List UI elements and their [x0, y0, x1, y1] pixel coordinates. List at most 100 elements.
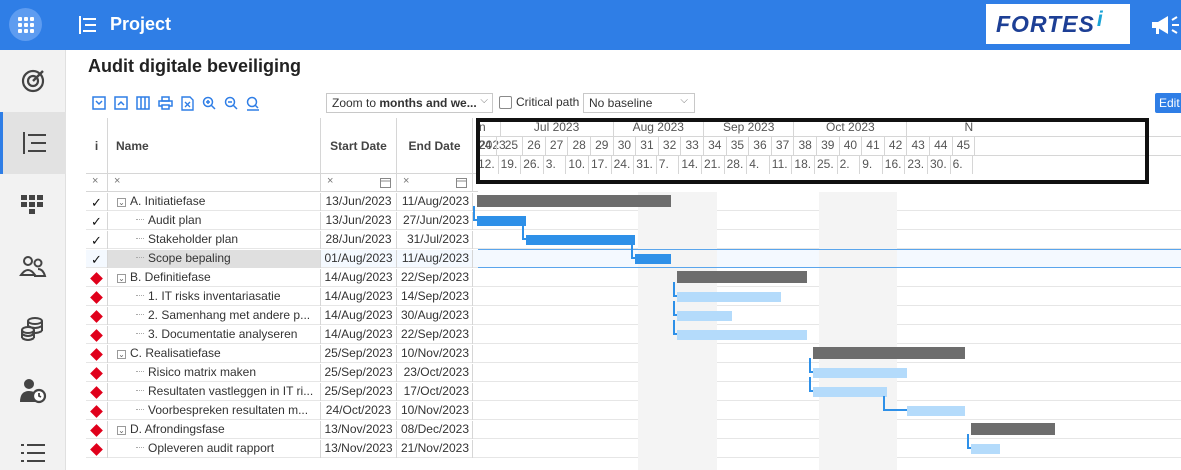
- filter-start[interactable]: ×: [321, 174, 397, 192]
- task-name-cell[interactable]: ⌄ D. Afrondingsfase: [108, 421, 321, 439]
- nav-users[interactable]: [0, 236, 66, 298]
- start-date-cell[interactable]: 14/Aug/2023: [321, 269, 397, 287]
- start-date-cell[interactable]: 01/Aug/2023: [321, 250, 397, 268]
- zoom-select[interactable]: Zoom to months and we... ⌵: [326, 93, 493, 113]
- zoom-in-button[interactable]: [198, 93, 220, 113]
- start-date-cell[interactable]: 24/Oct/2023: [321, 402, 397, 420]
- collapse-all-button[interactable]: [88, 93, 110, 113]
- zoom-out-button[interactable]: [220, 93, 242, 113]
- start-date-cell[interactable]: 25/Sep/2023: [321, 345, 397, 363]
- end-date-cell[interactable]: 10/Nov/2023: [397, 402, 473, 420]
- expand-toggle-icon[interactable]: ⌄: [117, 274, 126, 283]
- filter-clear-i[interactable]: ×: [86, 174, 108, 192]
- start-date-cell[interactable]: 13/Nov/2023: [321, 421, 397, 439]
- expand-all-button[interactable]: [110, 93, 132, 113]
- end-date-cell[interactable]: 22/Sep/2023: [397, 269, 473, 287]
- calendar-icon[interactable]: [380, 177, 391, 188]
- task-bar[interactable]: [477, 216, 526, 226]
- end-date-cell[interactable]: 21/Nov/2023: [397, 440, 473, 458]
- dependency-connector: [883, 396, 907, 411]
- task-name-cell[interactable]: Stakeholder plan: [108, 231, 321, 249]
- calendar-icon[interactable]: [456, 177, 467, 188]
- task-name-cell[interactable]: Audit plan: [108, 212, 321, 230]
- end-date-cell[interactable]: 11/Aug/2023: [397, 193, 473, 211]
- filter-clear-name[interactable]: ×: [108, 174, 321, 192]
- logo-text: FORTES: [996, 10, 1095, 37]
- timeline-highlight-frame: [476, 118, 1149, 184]
- print-button[interactable]: [154, 93, 176, 113]
- summary-bar[interactable]: [813, 347, 965, 359]
- export-excel-button[interactable]: [176, 93, 198, 113]
- filter-row: × × × ×: [86, 174, 478, 192]
- columns-button[interactable]: [132, 93, 154, 113]
- start-date-cell[interactable]: 14/Aug/2023: [321, 307, 397, 325]
- task-bar[interactable]: [677, 330, 807, 340]
- task-bar[interactable]: [635, 254, 671, 264]
- megaphone-icon[interactable]: [1150, 14, 1181, 36]
- nav-portfolio[interactable]: [0, 174, 66, 236]
- end-date-cell[interactable]: 08/Dec/2023: [397, 421, 473, 439]
- edit-button[interactable]: Edit: [1155, 93, 1181, 113]
- task-name-cell[interactable]: Risico matrix maken: [108, 364, 321, 382]
- task-bar[interactable]: [813, 387, 888, 397]
- end-date-cell[interactable]: 31/Jul/2023: [397, 231, 473, 249]
- task-name-cell[interactable]: Resultaten vastleggen in IT ri...: [108, 383, 321, 401]
- end-date-cell[interactable]: 17/Oct/2023: [397, 383, 473, 401]
- page-title: Audit digitale beveiliging: [88, 56, 302, 76]
- task-name-cell[interactable]: Scope bepaling: [108, 250, 321, 268]
- expand-toggle-icon[interactable]: ⌄: [117, 198, 126, 207]
- task-name-cell[interactable]: 2. Samenhang met andere p...: [108, 307, 321, 325]
- nav-project[interactable]: [0, 112, 66, 174]
- expand-toggle-icon[interactable]: ⌄: [117, 350, 126, 359]
- task-bar[interactable]: [525, 235, 636, 245]
- baseline-select[interactable]: No baseline ⌵: [583, 93, 695, 113]
- filter-clear-start[interactable]: ×: [327, 175, 333, 187]
- summary-bar[interactable]: [477, 195, 671, 207]
- filter-end[interactable]: ×: [397, 174, 473, 192]
- expand-toggle-icon[interactable]: ⌄: [117, 426, 126, 435]
- end-date-cell[interactable]: 11/Aug/2023: [397, 250, 473, 268]
- column-header-name[interactable]: Name: [108, 118, 321, 174]
- task-name-cell[interactable]: Voorbespreken resultaten m...: [108, 402, 321, 420]
- nav-dashboard[interactable]: [0, 50, 66, 112]
- end-date-cell[interactable]: 23/Oct/2023: [397, 364, 473, 382]
- task-name-cell[interactable]: 3. Documentatie analyseren: [108, 326, 321, 344]
- task-name-cell[interactable]: Opleveren audit rapport: [108, 440, 321, 458]
- task-bar[interactable]: [677, 292, 781, 302]
- start-date-cell[interactable]: 14/Aug/2023: [321, 326, 397, 344]
- task-bar[interactable]: [906, 406, 965, 416]
- start-date-cell[interactable]: 25/Sep/2023: [321, 383, 397, 401]
- start-date-cell[interactable]: 13/Nov/2023: [321, 440, 397, 458]
- task-name-cell[interactable]: ⌄ B. Definitiefase: [108, 269, 321, 287]
- summary-bar[interactable]: [677, 271, 807, 283]
- app-launcher-button[interactable]: [9, 8, 42, 41]
- start-date-cell[interactable]: 14/Aug/2023: [321, 288, 397, 306]
- task-name-cell[interactable]: ⌄ A. Initiatiefase: [108, 193, 321, 211]
- start-date-cell[interactable]: 28/Jun/2023: [321, 231, 397, 249]
- users-icon: [19, 256, 47, 277]
- task-bar[interactable]: [813, 368, 907, 378]
- task-name-cell[interactable]: 1. IT risks inventariasatie: [108, 288, 321, 306]
- zoom-fit-button[interactable]: [242, 93, 264, 113]
- task-name-cell[interactable]: ⌄ C. Realisatiefase: [108, 345, 321, 363]
- nav-finance[interactable]: [0, 298, 66, 360]
- column-header-i[interactable]: i: [86, 118, 108, 174]
- end-date-cell[interactable]: 22/Sep/2023: [397, 326, 473, 344]
- end-date-cell[interactable]: 10/Nov/2023: [397, 345, 473, 363]
- start-date-cell[interactable]: 25/Sep/2023: [321, 364, 397, 382]
- column-header-start[interactable]: Start Date: [321, 118, 397, 174]
- column-header-end[interactable]: End Date: [397, 118, 473, 174]
- task-bar[interactable]: [677, 311, 733, 321]
- summary-bar[interactable]: [971, 423, 1056, 435]
- critical-path-checkbox[interactable]: [499, 96, 512, 109]
- end-date-cell[interactable]: 30/Aug/2023: [397, 307, 473, 325]
- start-date-cell[interactable]: 13/Jun/2023: [321, 212, 397, 230]
- end-date-cell[interactable]: 27/Jun/2023: [397, 212, 473, 230]
- filter-clear-end[interactable]: ×: [403, 175, 409, 187]
- end-date-cell[interactable]: 14/Sep/2023: [397, 288, 473, 306]
- task-bar[interactable]: [971, 444, 1001, 454]
- chevron-down-icon: ⌵: [480, 95, 488, 106]
- start-date-cell[interactable]: 13/Jun/2023: [321, 193, 397, 211]
- nav-list[interactable]: [0, 422, 66, 470]
- nav-time[interactable]: [0, 360, 66, 422]
